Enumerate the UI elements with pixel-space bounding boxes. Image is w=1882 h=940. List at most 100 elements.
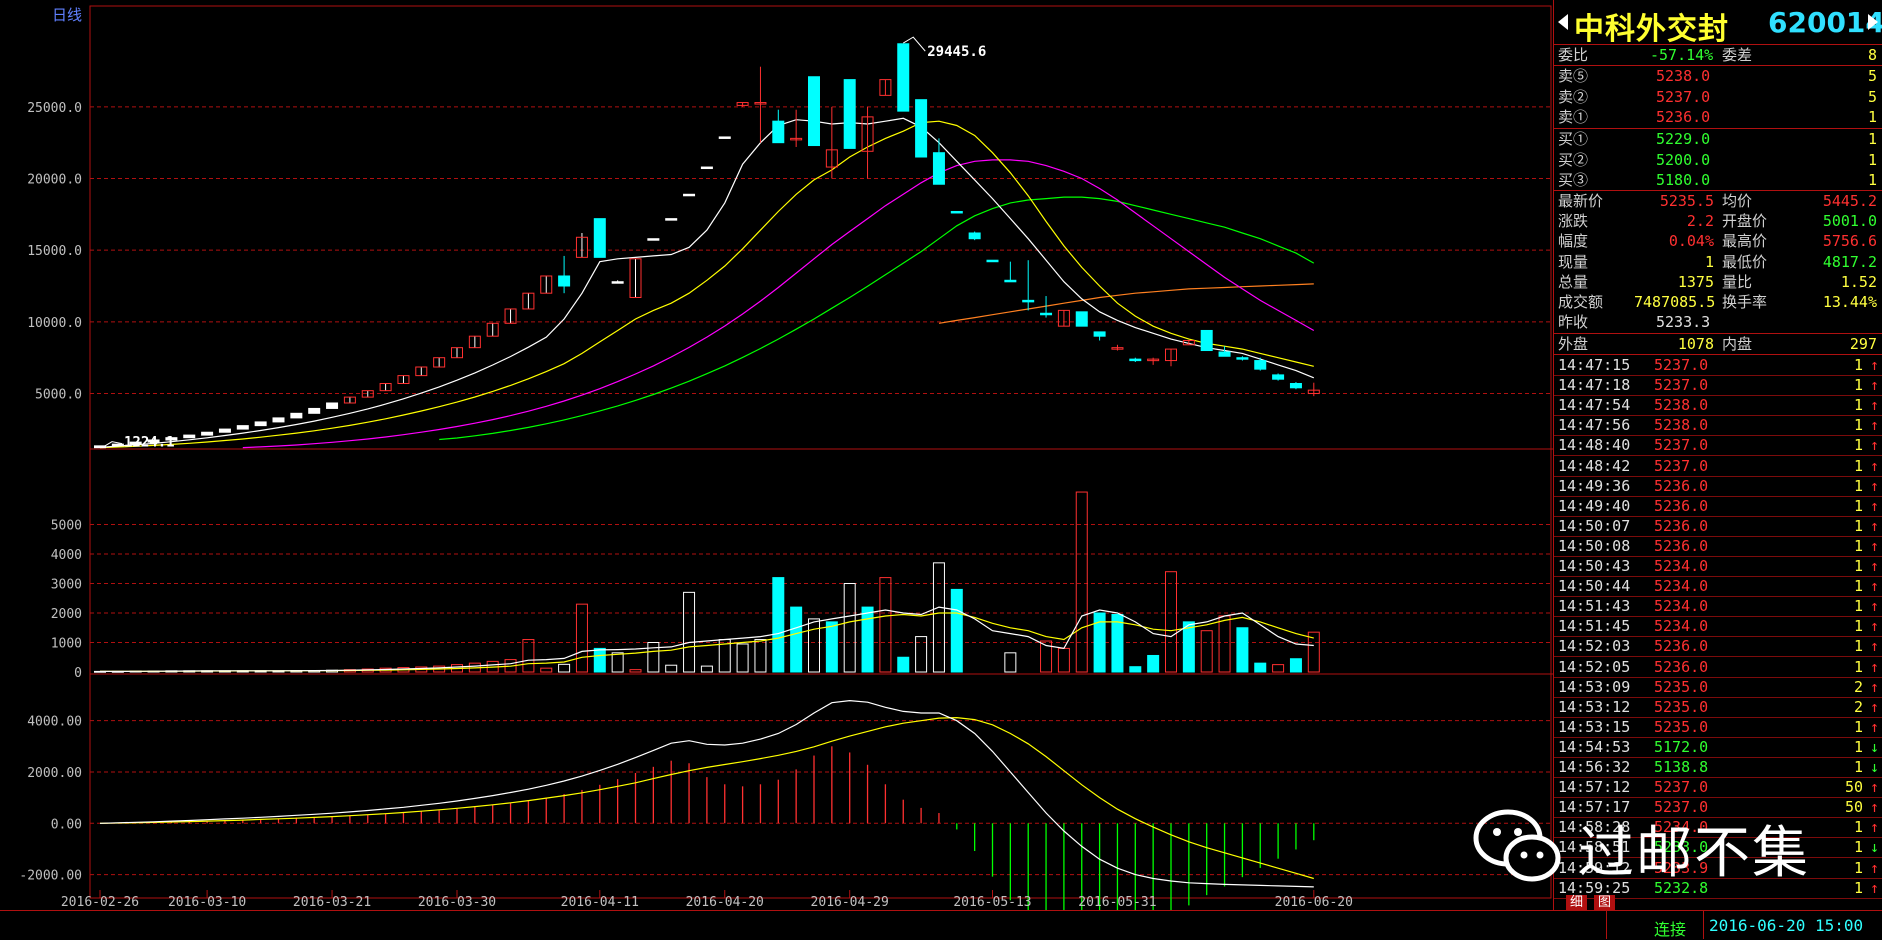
- tick-time: 14:52:03: [1558, 637, 1631, 656]
- tick-direction: ↑: [1869, 456, 1879, 475]
- tick-price: 5238.0: [1654, 416, 1709, 435]
- stat-label: 量比: [1722, 272, 1753, 291]
- candle-body: [665, 218, 678, 221]
- tab-chart[interactable]: 图: [1594, 895, 1616, 910]
- weibi-value: -57.14%: [1650, 46, 1714, 64]
- bid-label: 买①: [1558, 130, 1589, 148]
- tick-direction: ↑: [1869, 516, 1879, 535]
- ask-volume: 5: [1867, 87, 1877, 106]
- tick-price: 5236.0: [1654, 536, 1709, 555]
- price-tick-label: 15000.0: [27, 244, 82, 259]
- tick-volume: 1: [1853, 858, 1863, 877]
- tick-price: 5235.0: [1654, 717, 1709, 736]
- stats-row: 幅度 0.04% 最高价 5756.6: [1554, 231, 1882, 251]
- candle-body: [1254, 360, 1267, 370]
- volume-bar: [950, 588, 963, 673]
- bid-price: 5180.0: [1656, 171, 1711, 189]
- outer-value: 1078: [1677, 335, 1714, 353]
- tick-volume: 1: [1853, 516, 1863, 535]
- connection-status[interactable]: 连接: [1654, 916, 1686, 940]
- volume-bar: [1289, 658, 1302, 673]
- tick-row: 14:52:05 5236.0 1 ↑: [1554, 657, 1882, 677]
- tick-time: 14:47:56: [1558, 416, 1631, 435]
- candle-body: [1218, 351, 1231, 357]
- tick-volume: 1: [1853, 878, 1863, 897]
- candle-body: [111, 443, 124, 447]
- stat-value: 2.2: [1686, 212, 1714, 231]
- tick-price: 5237.0: [1654, 376, 1709, 395]
- candle-body: [772, 120, 785, 144]
- volume-tick-label: 5000: [51, 519, 82, 534]
- tick-row: 14:47:15 5237.0 1 ↑: [1554, 355, 1882, 375]
- tick-volume: 1: [1853, 396, 1863, 415]
- ask-price: 5236.0: [1656, 108, 1711, 126]
- candle-body: [201, 431, 214, 436]
- tick-volume: 50: [1844, 798, 1863, 817]
- bid-row: 买① 5229.0 1: [1554, 129, 1882, 149]
- low-price-label: 1224.1: [124, 435, 175, 451]
- candle-body: [1004, 279, 1017, 283]
- stats-row: 现量 1 最低价 4817.2: [1554, 252, 1882, 272]
- bid-label: 买②: [1558, 150, 1589, 169]
- tick-time: 14:51:43: [1558, 597, 1631, 616]
- tick-row: 14:51:45 5234.0 1 ↑: [1554, 616, 1882, 636]
- stat-label: 涨跌: [1558, 212, 1589, 231]
- stat-value: 4817.2: [1822, 252, 1877, 271]
- status-datetime: 2016-06-20 15:00: [1709, 916, 1864, 935]
- tick-price: 5235.0: [1654, 677, 1709, 696]
- bid-row: 买③ 5180.0 1: [1554, 170, 1882, 190]
- kline-chart-svg[interactable]: 25000.0 20000.0 15000.0 10000.0 5000.0 5000 40…: [0, 0, 1553, 940]
- volume-bar: [790, 606, 803, 673]
- kline-chart-area[interactable]: 25000.0 20000.0 15000.0 10000.0 5000.0 5000 40…: [0, 0, 1553, 940]
- tick-direction: ↓: [1869, 758, 1879, 776]
- tick-volume: 1: [1853, 637, 1863, 656]
- macd-tick-label: 2000.00: [27, 766, 82, 781]
- candle-body: [593, 218, 606, 258]
- tick-time: 14:56:32: [1558, 758, 1631, 776]
- stat-label: 现量: [1558, 252, 1589, 271]
- volume-bar: [772, 577, 785, 673]
- next-stock-icon[interactable]: [1868, 14, 1878, 30]
- tick-time: 14:52:05: [1558, 657, 1631, 676]
- bid-price: 5229.0: [1656, 130, 1711, 148]
- weicha-value: 8: [1867, 46, 1877, 64]
- tick-row: 14:50:44 5234.0 1 ↑: [1554, 576, 1882, 596]
- price-tick-label: 20000.0: [27, 173, 82, 188]
- tick-direction: ↓: [1869, 737, 1879, 756]
- candle-body: [1236, 357, 1249, 360]
- tick-direction: ↑: [1869, 376, 1879, 395]
- bid-price: 5200.0: [1656, 150, 1711, 169]
- tick-direction: ↑: [1869, 697, 1879, 716]
- tab-detail[interactable]: 细: [1566, 895, 1588, 910]
- volume-tick-label: 4000: [51, 548, 82, 563]
- candle-body: [290, 412, 303, 419]
- outer-label: 外盘: [1558, 335, 1589, 353]
- prev-stock-icon[interactable]: [1558, 14, 1568, 30]
- tick-direction: ↑: [1869, 557, 1879, 575]
- volume-tick-label: 1000: [51, 637, 82, 652]
- tick-time: 14:53:15: [1558, 717, 1631, 736]
- tick-row: 14:53:15 5235.0 1 ↑: [1554, 717, 1882, 737]
- ask-volume: 5: [1867, 67, 1877, 85]
- tick-time: 14:47:18: [1558, 376, 1631, 395]
- tick-direction: ↑: [1869, 657, 1879, 676]
- stat-label: 最高价: [1722, 232, 1768, 251]
- price-tick-label: 5000.0: [35, 388, 82, 403]
- tick-direction: ↓: [1869, 838, 1879, 857]
- tick-time: 14:47:15: [1558, 356, 1631, 374]
- tick-direction: ↑: [1869, 677, 1879, 696]
- candle-body: [1289, 382, 1302, 389]
- date-label: 2016-02-26: [61, 895, 139, 910]
- candle-body: [1040, 312, 1053, 316]
- tick-time: 14:51:45: [1558, 617, 1631, 636]
- candle-body: [843, 79, 856, 149]
- tick-row: 14:47:56 5238.0 1 ↑: [1554, 415, 1882, 435]
- tick-time: 14:48:40: [1558, 436, 1631, 455]
- tick-volume: 1: [1853, 456, 1863, 475]
- tick-volume: 1: [1853, 737, 1863, 756]
- tick-direction: ↑: [1869, 778, 1879, 797]
- tick-direction: ↑: [1869, 617, 1879, 636]
- high-price-label: 29445.6: [927, 44, 986, 60]
- tick-direction: ↑: [1869, 436, 1879, 455]
- tick-row: 14:50:43 5234.0 1 ↑: [1554, 556, 1882, 576]
